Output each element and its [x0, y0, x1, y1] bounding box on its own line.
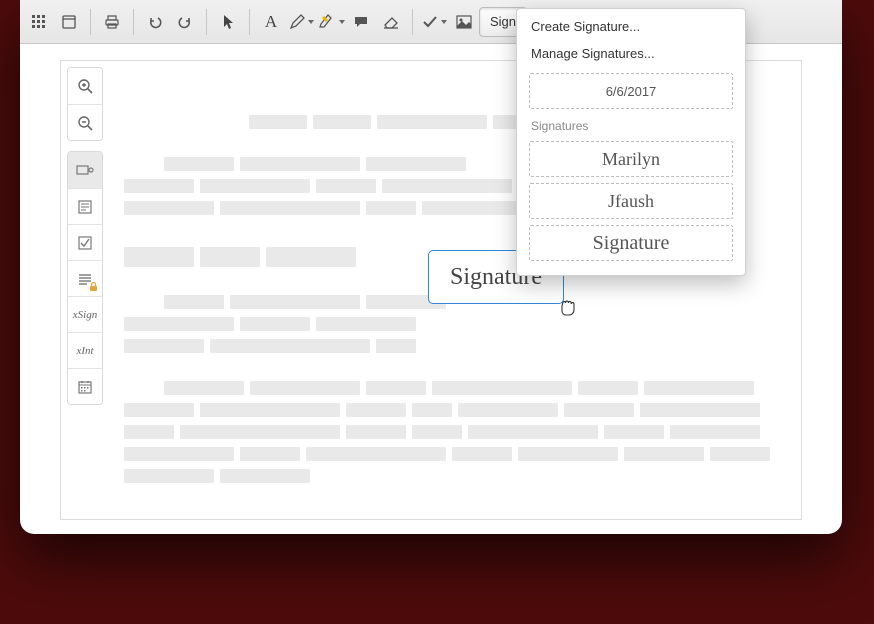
pencil-icon[interactable] [286, 7, 316, 37]
create-signature-item[interactable]: Create Signature... [517, 13, 745, 40]
comment-icon[interactable] [346, 7, 376, 37]
signature-option-2[interactable]: Jfaush [529, 183, 733, 219]
text-A-icon[interactable]: A [256, 7, 286, 37]
check-icon[interactable] [419, 7, 449, 37]
calendar-icon[interactable] [68, 368, 102, 404]
toolbar-separator [412, 9, 413, 35]
toolbar-separator [249, 9, 250, 35]
signature-option-3[interactable]: Signature [529, 225, 733, 261]
signature-option-1[interactable]: Marilyn [529, 141, 733, 177]
chevron-down-icon [339, 20, 345, 24]
app-window: A Sign [20, 0, 842, 534]
form-icon[interactable] [68, 188, 102, 224]
chevron-down-icon [441, 20, 447, 24]
chevron-down-icon [308, 20, 314, 24]
initials-icon[interactable]: xInt [68, 332, 102, 368]
signature-icon[interactable]: xSign [68, 296, 102, 332]
zoom-out-icon[interactable] [68, 104, 102, 140]
image-icon[interactable] [449, 7, 479, 37]
toolbar-separator [133, 9, 134, 35]
sign-button-label: Sign [490, 14, 516, 29]
grid-icon[interactable] [24, 7, 54, 37]
undo-icon[interactable] [140, 7, 170, 37]
left-sidebar: xSign xInt [67, 67, 103, 415]
annotate-icon[interactable] [68, 152, 102, 188]
redact-icon[interactable] [68, 260, 102, 296]
tools-group: xSign xInt [67, 151, 103, 405]
signatures-section-label: Signatures [517, 113, 745, 135]
redo-icon[interactable] [170, 7, 200, 37]
pointer-icon[interactable] [213, 7, 243, 37]
sign-dropdown: Create Signature... Manage Signatures...… [516, 8, 746, 276]
checkbox-icon[interactable] [68, 224, 102, 260]
print-icon[interactable] [97, 7, 127, 37]
toolbar-separator [90, 9, 91, 35]
zoom-in-icon[interactable] [68, 68, 102, 104]
manage-signatures-item[interactable]: Manage Signatures... [517, 40, 745, 67]
highlighter-icon[interactable] [316, 7, 346, 37]
date-stamp-option[interactable]: 6/6/2017 [529, 73, 733, 109]
toolbar-separator [206, 9, 207, 35]
eraser-icon[interactable] [376, 7, 406, 37]
page-icon[interactable] [54, 7, 84, 37]
zoom-group [67, 67, 103, 141]
